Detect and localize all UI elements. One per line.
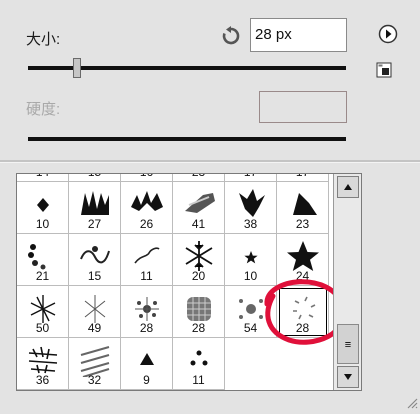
hardness-field xyxy=(259,91,347,123)
new-preset-icon[interactable] xyxy=(376,62,392,78)
annotation-red-circle xyxy=(264,279,347,345)
reset-icon[interactable] xyxy=(221,26,241,46)
size-field[interactable]: 28 px xyxy=(250,18,347,52)
hardness-label: 硬度: xyxy=(26,101,61,118)
scroll-thumb[interactable]: ≡ xyxy=(337,324,359,364)
brush-scrollbar[interactable]: ≡ xyxy=(333,174,361,390)
resize-grip-icon[interactable] xyxy=(404,395,418,409)
brush-preset-panel: 1415162317171027264138232115112010245049… xyxy=(16,173,362,391)
hardness-slider-track xyxy=(28,137,346,141)
size-label: 大小: xyxy=(26,31,61,48)
arrow-up-icon[interactable] xyxy=(337,176,359,198)
section-divider xyxy=(0,160,420,163)
size-slider-thumb[interactable] xyxy=(72,58,81,78)
panel-menu-icon[interactable] xyxy=(378,24,398,44)
arrow-down-icon[interactable] xyxy=(337,366,359,388)
